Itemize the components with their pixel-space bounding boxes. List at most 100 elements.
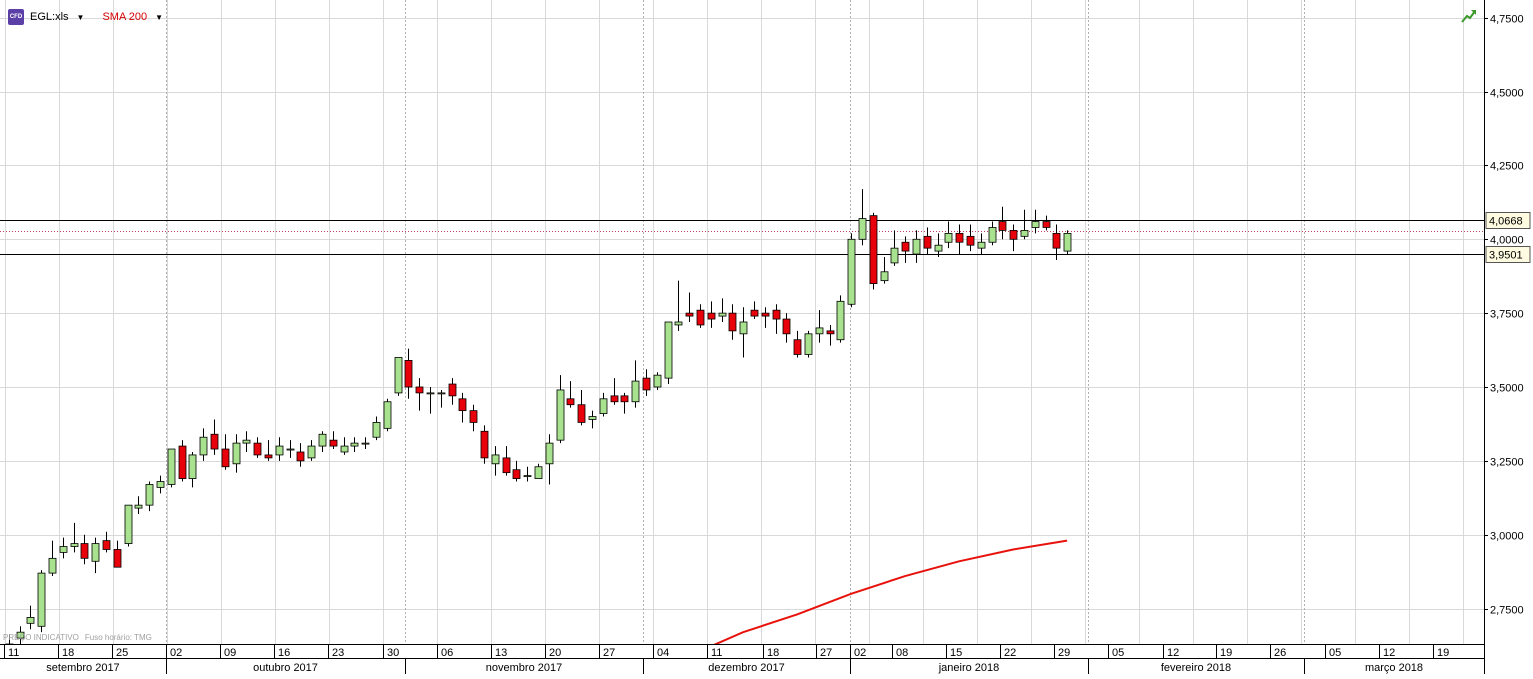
y-tick-label: 3,7500 bbox=[1490, 309, 1524, 321]
candle-down bbox=[566, 398, 575, 406]
x-tick-label: 04 bbox=[657, 647, 669, 659]
x-tick-label: 12 bbox=[1167, 647, 1179, 659]
candle-up bbox=[739, 321, 748, 335]
x-tick-label: 02 bbox=[170, 647, 182, 659]
candle-up bbox=[340, 445, 349, 453]
month-label: novembro 2017 bbox=[486, 662, 562, 674]
candle-down bbox=[998, 221, 1007, 231]
candle-up bbox=[523, 475, 532, 478]
x-tick-label: 23 bbox=[332, 647, 344, 659]
candle-up bbox=[1063, 232, 1072, 252]
candle-down bbox=[480, 430, 489, 459]
x-tick-label: 16 bbox=[278, 647, 290, 659]
candle-down bbox=[415, 386, 424, 394]
month-label: outubro 2017 bbox=[253, 662, 318, 674]
candle-down bbox=[178, 445, 187, 479]
candle-up bbox=[912, 238, 921, 255]
x-tick-label: 19 bbox=[1437, 647, 1449, 659]
candle-up bbox=[26, 617, 35, 624]
x-tick-label: 13 bbox=[495, 647, 507, 659]
x-tick-label: 29 bbox=[1058, 647, 1070, 659]
candle-up bbox=[59, 546, 68, 553]
level-label: 3,9501 bbox=[1489, 250, 1523, 262]
sma-dropdown-icon[interactable]: ▼ bbox=[155, 13, 163, 22]
candle-down bbox=[458, 398, 467, 412]
x-tick-label: 27 bbox=[820, 647, 832, 659]
x-tick-label: 08 bbox=[896, 647, 908, 659]
candle-down bbox=[966, 235, 975, 246]
x-tick-label: 05 bbox=[1329, 647, 1341, 659]
x-tick-label: 22 bbox=[1004, 647, 1016, 659]
candle-down bbox=[826, 330, 835, 335]
candle-up bbox=[372, 422, 381, 438]
candle-up bbox=[599, 398, 608, 414]
candle-up bbox=[1020, 230, 1029, 237]
candle-down bbox=[329, 439, 338, 447]
timezone-label: Fuso horário: TMG bbox=[84, 633, 152, 642]
candle-up bbox=[804, 333, 813, 355]
chart-area[interactable]: CFD EGL:xls ▼ SMA 200 ▼ PREÇO INDICATIVO… bbox=[0, 0, 1533, 674]
candle-up bbox=[188, 454, 197, 479]
x-tick-label: 25 bbox=[116, 647, 128, 659]
y-tick-label: 3,2500 bbox=[1490, 457, 1524, 469]
y-tick-label: 4,5000 bbox=[1490, 88, 1524, 100]
y-tick-label: 4,0000 bbox=[1490, 235, 1524, 247]
x-tick-label: 05 bbox=[1112, 647, 1124, 659]
trend-arrow-icon[interactable] bbox=[1460, 8, 1478, 24]
candle-down bbox=[102, 540, 111, 550]
x-tick-label: 06 bbox=[441, 647, 453, 659]
candle-down bbox=[685, 312, 694, 317]
chart-toolbar: CFD EGL:xls ▼ SMA 200 ▼ bbox=[8, 8, 175, 26]
candle-up bbox=[124, 504, 133, 544]
x-tick-label: 15 bbox=[950, 647, 962, 659]
candle-down bbox=[750, 309, 759, 317]
candle-up bbox=[394, 357, 403, 394]
y-tick-label: 3,0000 bbox=[1490, 531, 1524, 543]
candle-down bbox=[955, 232, 964, 243]
candle-down bbox=[869, 215, 878, 284]
candle-up bbox=[534, 466, 543, 479]
symbol-dropdown-icon[interactable]: ▼ bbox=[77, 13, 85, 22]
candle-down bbox=[728, 312, 737, 332]
x-tick-label: 27 bbox=[603, 647, 615, 659]
candle-down bbox=[793, 339, 802, 355]
sma-indicator-label[interactable]: SMA 200 bbox=[102, 11, 147, 23]
candle-up bbox=[977, 241, 986, 249]
candle-up bbox=[890, 247, 899, 264]
candle-up bbox=[275, 445, 284, 456]
candle-up bbox=[37, 572, 46, 627]
y-tick-label: 4,2500 bbox=[1490, 161, 1524, 173]
month-label: março 2018 bbox=[1365, 662, 1423, 674]
x-tick-label: 11 bbox=[8, 647, 19, 659]
y-tick-label: 3,5000 bbox=[1490, 383, 1524, 395]
candle-down bbox=[113, 549, 122, 568]
candle-down bbox=[80, 543, 89, 559]
x-tick-label: 18 bbox=[62, 647, 74, 659]
month-label: janeiro 2018 bbox=[938, 662, 1000, 674]
x-tick-label: 12 bbox=[1383, 647, 1395, 659]
level-label: 4,0668 bbox=[1489, 216, 1523, 228]
candle-up bbox=[318, 433, 327, 447]
candle-up bbox=[1031, 221, 1040, 228]
y-tick-label: 2,7500 bbox=[1490, 605, 1524, 617]
candle-up bbox=[880, 271, 889, 282]
candle-up bbox=[988, 227, 997, 243]
candle-up bbox=[718, 312, 727, 317]
symbol-label[interactable]: EGL:xls bbox=[30, 11, 69, 23]
candle-down bbox=[512, 469, 521, 479]
candle-down bbox=[296, 451, 305, 462]
candle-down bbox=[707, 312, 716, 320]
cfd-icon: CFD bbox=[8, 9, 24, 25]
candle-down bbox=[210, 433, 219, 450]
month-label: dezembro 2017 bbox=[708, 662, 784, 674]
candle-up bbox=[145, 484, 154, 506]
y-tick-label: 4,7500 bbox=[1490, 14, 1524, 26]
candle-up bbox=[836, 300, 845, 341]
candle-up bbox=[167, 448, 176, 485]
candle-up bbox=[491, 454, 500, 465]
x-tick-label: 19 bbox=[1220, 647, 1232, 659]
x-tick-label: 02 bbox=[854, 647, 866, 659]
candle-down bbox=[502, 457, 511, 474]
candle-up bbox=[361, 442, 370, 445]
candle-down bbox=[469, 410, 478, 423]
